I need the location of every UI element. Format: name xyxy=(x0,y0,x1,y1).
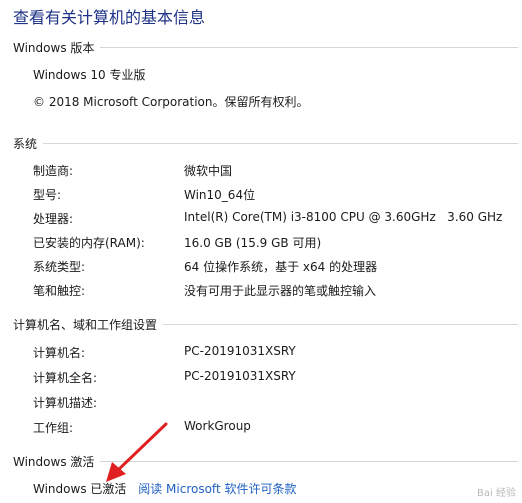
info-label: 工作组: xyxy=(33,421,74,435)
info-label: 制造商: xyxy=(33,164,74,178)
section-header-system: 系统 xyxy=(13,135,518,151)
info-value: WorkGroup xyxy=(184,419,251,433)
info-label: 已安装的内存(RAM): xyxy=(33,236,145,250)
info-row-system-type: 系统类型: 64 位操作系统，基于 x64 的处理器 xyxy=(0,258,522,276)
info-row-workgroup: 工作组: WorkGroup xyxy=(0,419,522,437)
info-row-ram: 已安装的内存(RAM): 16.0 GB (15.9 GB 可用) xyxy=(0,234,522,252)
info-row-computer-name: 计算机名: PC-20191031XSRY xyxy=(0,344,522,362)
watermark-logo: Bai 经验 xyxy=(477,488,516,499)
info-row-model: 型号: Win10_64位 xyxy=(0,186,522,204)
info-label: 计算机名: xyxy=(33,346,86,360)
info-label: 处理器: xyxy=(33,212,74,226)
section-title: Windows 激活 xyxy=(13,454,95,469)
info-value: 微软中国 xyxy=(184,164,233,178)
info-row-full-name: 计算机全名: PC-20191031XSRY xyxy=(0,369,522,387)
info-value: Win10_64位 xyxy=(184,188,256,202)
section-header-edition: Windows 版本 xyxy=(13,39,518,55)
info-row-processor: 处理器: Intel(R) Core(TM) i3-8100 CPU @ 3.6… xyxy=(0,210,522,228)
info-label: 型号: xyxy=(33,188,62,202)
edition-name: Windows 10 专业版 xyxy=(33,68,146,82)
section-divider xyxy=(43,142,518,144)
info-label: 笔和触控: xyxy=(33,284,86,298)
section-header-computer-name: 计算机名、域和工作组设置 xyxy=(13,316,518,332)
section-divider xyxy=(100,46,518,48)
section-title: 系统 xyxy=(13,136,38,151)
section-title: 计算机名、域和工作组设置 xyxy=(13,317,158,332)
section-header-activation: Windows 激活 xyxy=(13,453,518,469)
info-value: 没有可用于此显示器的笔或触控输入 xyxy=(184,284,377,298)
info-row-pen-touch: 笔和触控: 没有可用于此显示器的笔或触控输入 xyxy=(0,282,522,300)
info-value: 64 位操作系统，基于 x64 的处理器 xyxy=(184,260,378,274)
section-divider xyxy=(163,323,518,325)
info-row-description: 计算机描述: xyxy=(0,394,522,412)
info-value: Intel(R) Core(TM) i3-8100 CPU @ 3.60GHz … xyxy=(184,210,503,224)
info-value: PC-20191031XSRY xyxy=(184,344,296,358)
info-value: PC-20191031XSRY xyxy=(184,369,296,383)
info-row-manufacturer: 制造商: 微软中国 xyxy=(0,162,522,180)
copyright-text: © 2018 Microsoft Corporation。保留所有权利。 xyxy=(33,95,309,109)
info-label: 系统类型: xyxy=(33,260,86,274)
info-label: 计算机描述: xyxy=(33,396,98,410)
info-label: 计算机全名: xyxy=(33,371,98,385)
annotation-arrow-icon xyxy=(106,422,168,482)
info-value: 16.0 GB (15.9 GB 可用) xyxy=(184,236,322,250)
page-title: 查看有关计算机的基本信息 xyxy=(13,8,206,27)
section-title: Windows 版本 xyxy=(13,40,95,55)
